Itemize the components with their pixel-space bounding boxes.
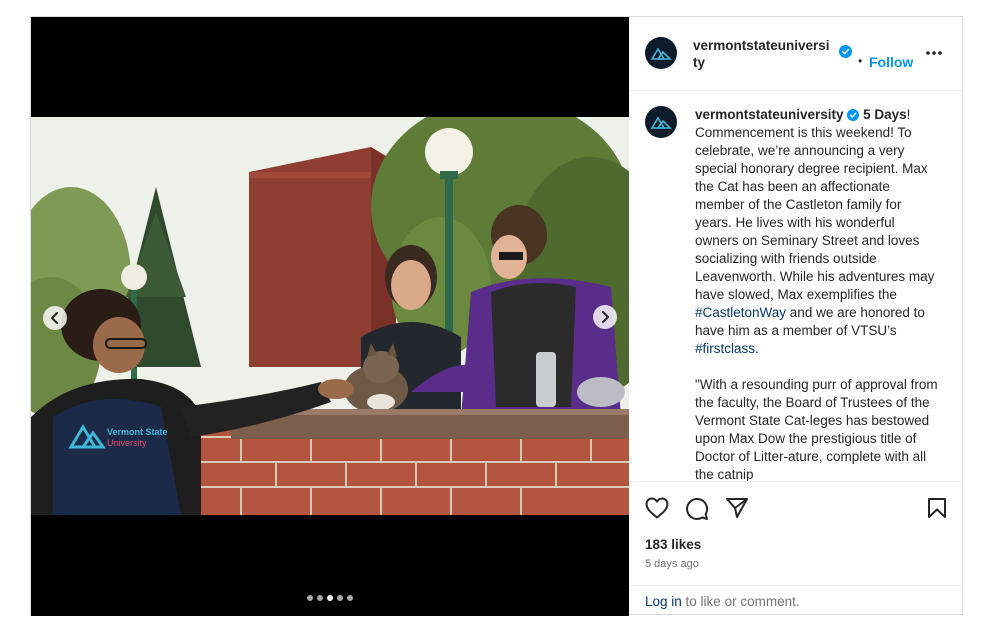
carousel-dot-active [327, 595, 333, 601]
carousel-dot [337, 595, 343, 601]
heart-icon[interactable] [645, 497, 669, 519]
vermont-state-logo-icon [650, 116, 672, 129]
more-horizontal-icon[interactable] [925, 50, 943, 56]
shirt-logo-text-line1: Vermont State [107, 427, 168, 437]
carousel-prev-button[interactable] [43, 306, 67, 330]
shirt-logo-text-line2: University [107, 438, 147, 448]
carousel-next-button[interactable] [593, 305, 617, 329]
caption-avatar[interactable] [645, 106, 677, 138]
follow-button[interactable]: Follow [869, 54, 913, 70]
carousel-dot [307, 595, 313, 601]
likes-count[interactable]: 183 likes [645, 537, 701, 552]
carousel-indicator [31, 595, 629, 601]
verified-badge-icon [847, 109, 860, 121]
caption-text-part3: . [755, 341, 759, 356]
avatar[interactable] [645, 37, 677, 69]
vermont-state-logo-icon [650, 47, 672, 60]
post-timestamp[interactable]: 5 days ago [645, 558, 699, 570]
post-media: Vermont State University [31, 17, 629, 616]
header-username[interactable]: vermontstateuniversity [693, 37, 833, 71]
caption-paragraph-2: "With a resounding purr of approval from… [695, 377, 938, 482]
carousel-dot [347, 595, 353, 601]
comment-bar: Log in to like or comment. [629, 585, 962, 617]
caption-username[interactable]: vermontstateuniversity [695, 107, 844, 122]
chevron-right-icon [602, 311, 609, 323]
post-caption: vermontstateuniversity 5 Days! Commencem… [695, 106, 939, 482]
caption-text-part1: ! Commencement is this weekend! To celeb… [695, 107, 935, 302]
hashtag-link[interactable]: #firstclass [695, 341, 755, 356]
chevron-left-icon [51, 312, 58, 324]
hashtag-link[interactable]: #CastletonWay [695, 305, 786, 320]
comment-icon[interactable] [685, 497, 709, 521]
post-photo[interactable]: Vermont State University [31, 117, 629, 515]
send-icon[interactable] [725, 497, 749, 519]
carousel-dot [317, 595, 323, 601]
comment-prompt-text: to like or comment. [681, 594, 800, 609]
login-link[interactable]: Log in [645, 594, 682, 609]
bookmark-icon[interactable] [927, 497, 947, 519]
post-actions [629, 481, 962, 532]
post-sidebar: vermontstateuniversity • Follow vermonts… [629, 17, 962, 614]
verified-badge-icon [839, 45, 852, 58]
header-separator: • [858, 54, 863, 68]
photo-illustration: Vermont State University [31, 117, 629, 515]
post-header: vermontstateuniversity • Follow [629, 17, 962, 91]
caption-lead: 5 Days [863, 107, 907, 122]
instagram-post: Vermont State University vermontstateuni… [30, 16, 963, 616]
